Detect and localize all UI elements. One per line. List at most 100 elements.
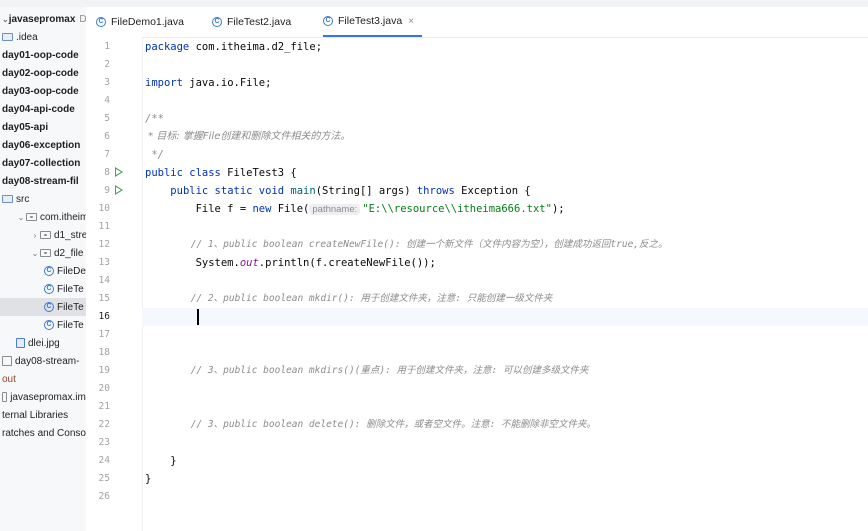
- line-number: 14: [98, 275, 110, 286]
- package-icon: [40, 231, 51, 239]
- package-icon: [26, 213, 37, 221]
- tree-item-label: day04-api-code: [2, 103, 75, 115]
- tab-filedemo1[interactable]: C FileDemo1.java: [96, 7, 184, 37]
- tree-item[interactable]: ratches and Conso: [0, 424, 86, 442]
- chevron-down-icon[interactable]: ⌄: [30, 249, 40, 258]
- current-line-highlight: [142, 308, 868, 326]
- code-line-7[interactable]: */: [145, 146, 164, 164]
- tree-item-label: day05-api: [2, 121, 49, 133]
- code-line-10[interactable]: File f = new File(pathname: "E:\\resource…: [145, 200, 565, 218]
- code-line-1[interactable]: package com.itheima.d2_file;: [145, 38, 322, 56]
- tree-item[interactable]: ⌄ d2_file: [0, 244, 86, 262]
- code-line-6[interactable]: * 目标: 掌握File创建和删除文件相关的方法。: [145, 128, 350, 146]
- keyword: throws: [416, 185, 455, 197]
- tree-item-label: src: [16, 193, 30, 205]
- tree-item[interactable]: C FileTe: [0, 298, 86, 316]
- tree-item[interactable]: ⌄javasepromaxD:\co: [0, 10, 86, 28]
- tab-label: FileDemo1.java: [111, 16, 184, 28]
- tree-item[interactable]: day07-collection: [0, 154, 86, 172]
- java-class-icon: C: [212, 17, 222, 27]
- editor-tabs: C FileDemo1.java C FileTest2.java C File…: [86, 7, 868, 38]
- editor-gutter: 1 2 3 4 5 6 7 8 9 10 11 12 13 14 15 16 17 18 19 20 21 22 23 24 2…: [86, 37, 142, 531]
- tree-item-label: day07-collection: [2, 157, 81, 169]
- java-class-icon: C: [323, 16, 333, 26]
- code-line-19[interactable]: // 3、public boolean mkdirs()(重点): 用于创建文件…: [145, 362, 589, 380]
- tree-item-label: FileDe: [57, 265, 86, 277]
- static-field: out: [239, 257, 259, 269]
- tab-filetest3[interactable]: C FileTest3.java ×: [323, 7, 423, 37]
- code-text: System.: [145, 257, 240, 269]
- tree-item[interactable]: day06-exception: [0, 136, 86, 154]
- code-line-24[interactable]: }: [145, 452, 176, 470]
- code-line-9[interactable]: public static void main(String[] args) t…: [145, 182, 530, 200]
- code-line-13[interactable]: System.out.println(f.createNewFile());: [145, 254, 436, 272]
- keyword: public static void: [170, 185, 285, 197]
- line-number: 25: [98, 473, 110, 484]
- tree-item[interactable]: day03-oop-code: [0, 82, 86, 100]
- tree-item[interactable]: day04-api-code: [0, 100, 86, 118]
- tree-item-label: day01-oop-code: [2, 49, 79, 61]
- tree-item[interactable]: day02-oop-code: [0, 64, 86, 82]
- code-line-12[interactable]: // 1、public boolean createNewFile(): 创建一…: [145, 236, 668, 254]
- tree-item[interactable]: out: [0, 370, 86, 388]
- tree-item[interactable]: day08-stream-: [0, 352, 86, 370]
- code-text: java.io.File;: [182, 77, 272, 89]
- code-text: File(: [271, 203, 310, 215]
- code-text: );: [551, 203, 565, 215]
- java-class-icon: C: [44, 266, 54, 276]
- code-line-3[interactable]: import java.io.File;: [145, 74, 271, 92]
- tree-item[interactable]: day05-api: [0, 118, 86, 136]
- java-class-icon: C: [96, 17, 106, 27]
- line-number: 7: [104, 149, 110, 160]
- tree-item[interactable]: C FileTe: [0, 280, 86, 298]
- line-number: 21: [98, 401, 110, 412]
- line-number: 24: [98, 455, 110, 466]
- tree-item[interactable]: › d1_stream: [0, 226, 86, 244]
- method-name: main: [284, 185, 316, 197]
- chevron-down-icon[interactable]: ⌄: [16, 213, 26, 222]
- source-folder-icon: [2, 195, 13, 203]
- tree-item[interactable]: ternal Libraries: [0, 406, 86, 424]
- code-line-22[interactable]: // 3、public boolean delete(): 删除文件，或者空文件…: [145, 416, 596, 434]
- tree-item[interactable]: javasepromax.iml: [0, 388, 86, 406]
- tree-item-label: .idea: [16, 31, 38, 43]
- tree-item[interactable]: day01-oop-code: [0, 46, 86, 64]
- line-number: 19: [98, 365, 110, 376]
- line-number: 26: [98, 491, 110, 502]
- code-text: com.itheima.d2_file;: [189, 41, 323, 53]
- tree-item-label: day08-stream-: [15, 355, 80, 367]
- tree-item-label: day02-oop-code: [2, 67, 79, 79]
- java-class-icon: C: [44, 320, 54, 330]
- line-number: 10: [98, 203, 110, 214]
- tree-item[interactable]: .idea: [0, 28, 86, 46]
- run-gutter-icon[interactable]: [115, 185, 123, 195]
- tab-filetest2[interactable]: C FileTest2.java: [212, 7, 291, 37]
- line-number: 9: [104, 185, 110, 196]
- code-line-15[interactable]: // 2、public boolean mkdir(): 用于创建文件夹，注意:…: [145, 290, 553, 308]
- chevron-down-icon[interactable]: ⌄: [2, 15, 9, 24]
- tree-item-label: dlei.jpg: [28, 337, 60, 349]
- line-number: 3: [104, 77, 110, 88]
- line-number: 12: [98, 239, 110, 250]
- java-class-icon: C: [44, 284, 54, 294]
- tree-item[interactable]: ⌄ com.itheima: [0, 208, 86, 226]
- tree-item[interactable]: day08-stream-fil: [0, 172, 86, 190]
- run-gutter-icon[interactable]: [115, 167, 123, 177]
- code-text: .println(f.createNewFile());: [258, 257, 436, 269]
- tab-label: FileTest2.java: [227, 16, 292, 28]
- line-number: 2: [104, 59, 110, 70]
- folder-icon: [2, 33, 13, 41]
- line-number: 20: [98, 383, 110, 394]
- tree-item[interactable]: C FileTe: [0, 316, 86, 334]
- tree-item[interactable]: src: [0, 190, 86, 208]
- title-bar-strip: [0, 0, 868, 7]
- tree-item[interactable]: C FileDe: [0, 262, 86, 280]
- code-line-25[interactable]: }: [145, 470, 151, 488]
- tree-item[interactable]: dlei.jpg: [0, 334, 86, 352]
- close-tab-icon[interactable]: ×: [408, 16, 414, 27]
- chevron-right-icon[interactable]: ›: [30, 231, 40, 240]
- code-line-8[interactable]: public class FileTest3 {: [145, 164, 297, 182]
- code-text: FileTest3 {: [220, 167, 297, 179]
- code-line-5[interactable]: /**: [145, 110, 164, 128]
